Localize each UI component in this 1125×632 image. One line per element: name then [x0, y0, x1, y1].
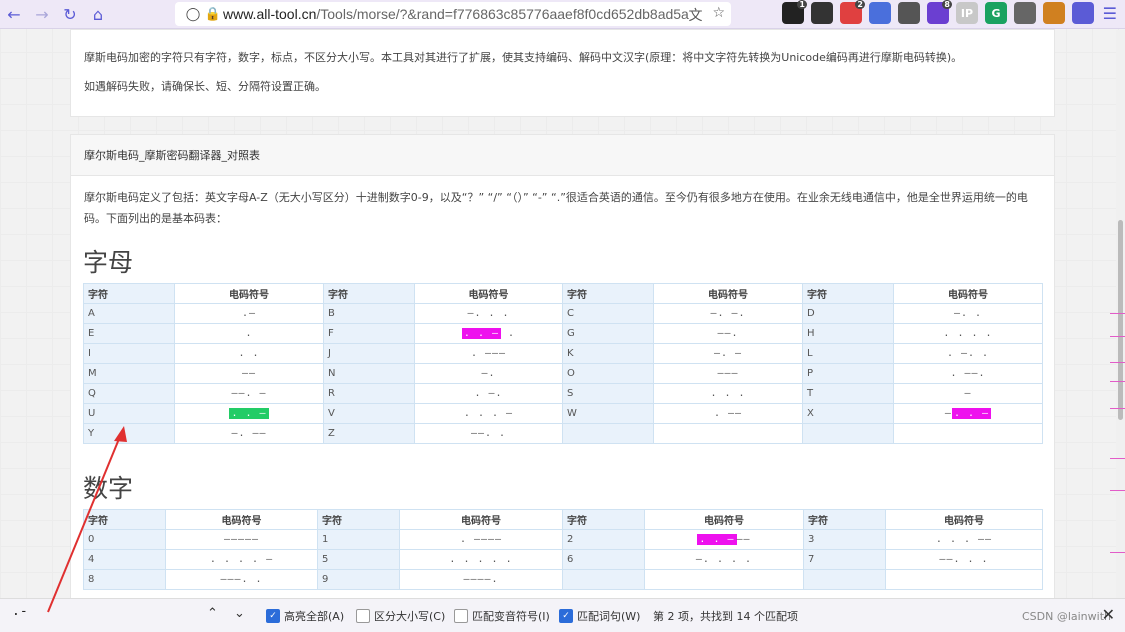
annotation-arrow: [47, 426, 127, 613]
arrow-head: [114, 426, 127, 442]
arrow-line: [47, 433, 122, 613]
